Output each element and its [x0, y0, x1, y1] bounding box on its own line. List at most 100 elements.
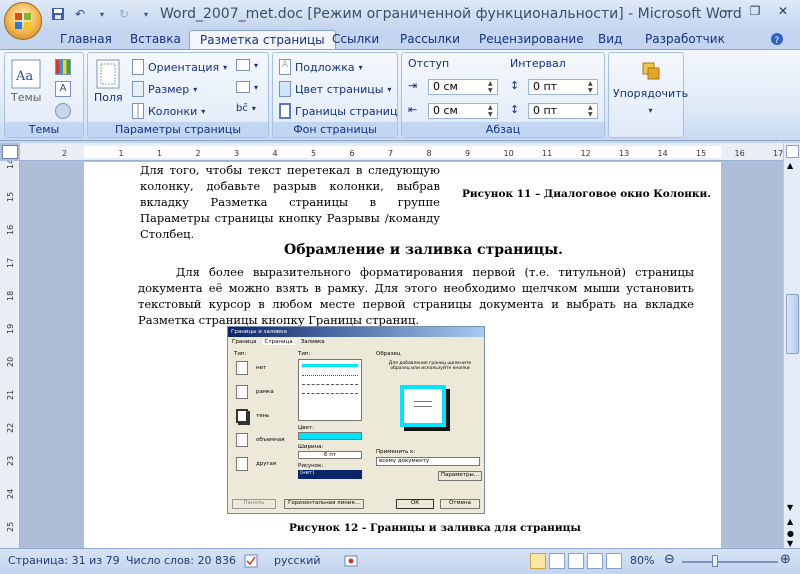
office-button[interactable] [4, 2, 42, 40]
borders-dialog-image: Границы и заливка Граница Страница Залив… [227, 326, 485, 514]
line-numbers-icon[interactable]: ▾ [236, 81, 258, 93]
ruler-tick-label: 2 [196, 149, 201, 158]
ribbon: Aa Темы A Темы Поля Ориентация ▾ Размер ▾ … [0, 49, 800, 141]
themes-button[interactable]: Aa Темы [11, 59, 41, 104]
theme-fonts-icon[interactable]: A [55, 81, 71, 97]
page-count[interactable]: Страница: 31 из 79 [8, 554, 120, 567]
zoom-in-icon[interactable]: ⊕ [780, 552, 791, 567]
page-background-group: A Подложка ▾ Цвет страницы ▾ Границы стран… [272, 52, 398, 138]
word-count[interactable]: Число слов: 20 836 [126, 554, 236, 567]
print-layout-icon[interactable] [530, 553, 546, 569]
type-custom: другая [256, 461, 277, 467]
tab-developer[interactable]: Разработчик [635, 30, 735, 50]
spacing-before-input[interactable]: 0 пт [528, 79, 598, 95]
vruler-tick-label: 16 [6, 225, 15, 235]
ruler-tick-label: 1 [157, 149, 162, 158]
vruler-ticks: 14 15 16 17 18 19 20 21 22 23 24 25 [6, 159, 15, 532]
dialog-sample-preview [400, 385, 446, 427]
dialog-art-label: Рисунок: [298, 463, 324, 469]
scrollbar-thumb[interactable] [786, 294, 799, 354]
type-shadow: тень [256, 413, 270, 419]
vruler-tick-label: 25 [6, 522, 15, 532]
zoom-level[interactable]: 80% [630, 554, 654, 567]
tab-home[interactable]: Главная [50, 30, 122, 50]
close-icon[interactable]: ✕ [770, 2, 796, 20]
paragraph-1: Для того, чтобы текст перетекал в следую… [140, 163, 440, 241]
page-color-label: Цвет страницы [295, 82, 384, 96]
web-layout-icon[interactable] [568, 553, 584, 569]
vertical-ruler[interactable]: 14 15 16 17 18 19 20 21 22 23 24 25 [0, 159, 20, 548]
macro-record-icon[interactable] [344, 554, 358, 571]
ruler-ticks: 2 1 1 2 3 4 5 6 7 8 9 10 11 12 13 14 15 16 17 [62, 146, 783, 158]
ruler-tick-label: 4 [273, 149, 278, 158]
dialog-art-field: (нет) [298, 470, 362, 479]
arrange-group: Упорядочить ▾ [608, 52, 688, 138]
arrange-label: Упорядочить [613, 87, 689, 100]
page-color-button[interactable]: Цвет страницы ▾ [279, 81, 391, 97]
undo-icon[interactable]: ↶ [72, 6, 88, 22]
draft-icon[interactable] [606, 553, 622, 569]
page-background-group-label: Фон страницы [273, 122, 397, 137]
next-page-icon[interactable]: ▼ [787, 539, 793, 548]
ruler-tick-label: 3 [234, 149, 239, 158]
svg-text:?: ? [775, 36, 780, 46]
indent-left-input[interactable]: 0 см [428, 79, 498, 95]
tab-selector-icon[interactable] [2, 145, 18, 159]
tab-references[interactable]: Ссылки [322, 30, 389, 50]
save-icon[interactable] [50, 6, 66, 22]
tab-insert[interactable]: Вставка [120, 30, 191, 50]
dialog-type-list: нет рамка тень объемная другая [236, 361, 284, 471]
tab-page-layout[interactable]: Разметка страницы [189, 30, 336, 50]
figure-12-caption: Рисунок 12 - Границы и заливка для стран… [289, 522, 581, 534]
paragraph-columns: Для того, чтобы текст перетекал в следую… [140, 162, 440, 242]
horizontal-ruler[interactable]: 2 1 1 2 3 4 5 6 7 8 9 10 11 12 13 14 15 16 17 [20, 143, 783, 161]
help-icon[interactable]: ? [766, 30, 788, 50]
ruler-toggle-icon[interactable] [786, 145, 799, 158]
scroll-up-icon[interactable]: ▲ [787, 161, 793, 170]
orientation-button[interactable]: Ориентация ▾ [132, 59, 227, 75]
theme-effects-icon[interactable] [55, 103, 71, 119]
zoom-out-icon[interactable]: ⊖ [664, 552, 675, 567]
outline-icon[interactable] [587, 553, 603, 569]
redo-icon[interactable]: ↻ [116, 6, 132, 22]
prev-page-icon[interactable]: ▲ [787, 517, 793, 526]
watermark-button[interactable]: A Подложка ▾ [279, 59, 363, 75]
proofing-icon[interactable] [244, 554, 258, 571]
zoom-slider-thumb[interactable] [712, 555, 718, 567]
dropdown-icon[interactable]: ▾ [94, 6, 110, 22]
arrange-icon [642, 62, 660, 80]
theme-colors-icon[interactable] [55, 59, 71, 75]
tab-mailings[interactable]: Рассылки [390, 30, 470, 50]
dialog-width-field: 6 пт [298, 451, 362, 459]
indent-right-input[interactable]: 0 см [428, 103, 498, 119]
minimize-icon[interactable]: ─ [714, 2, 740, 20]
hyphenation-icon[interactable]: bc̄ ▾ [236, 103, 256, 114]
vruler-tick-label: 15 [6, 192, 15, 202]
full-screen-reading-icon[interactable] [549, 553, 565, 569]
scroll-down-icon[interactable]: ▼ [787, 503, 793, 512]
page-borders-button[interactable]: Границы страниц [279, 103, 397, 119]
vruler-tick-label: 24 [6, 489, 15, 499]
size-button[interactable]: Размер ▾ [132, 81, 197, 97]
tab-review[interactable]: Рецензирование [469, 30, 594, 50]
restore-icon[interactable]: ❐ [742, 2, 768, 20]
orientation-label: Ориентация [148, 60, 220, 74]
zoom-slider[interactable] [682, 561, 778, 563]
customize-qat-icon[interactable]: ▾ [138, 6, 154, 22]
section-heading: Обрамление и заливка страницы. [284, 242, 563, 258]
ruler-tick-label: 8 [427, 149, 432, 158]
ruler-tick-label: 2 [62, 149, 67, 158]
spacing-before-icon: ↕ [510, 79, 520, 92]
spacing-after-input[interactable]: 0 пт [528, 103, 598, 119]
arrange-button[interactable]: Упорядочить ▾ [613, 61, 688, 115]
margins-button[interactable]: Поля [94, 59, 123, 104]
select-browse-icon[interactable]: ● [787, 529, 794, 538]
dialog-tab-border: Граница [232, 339, 257, 345]
breaks-icon[interactable]: ▾ [236, 59, 258, 71]
size-label: Размер [148, 82, 190, 96]
columns-button[interactable]: Колонки ▾ [132, 103, 205, 119]
vertical-scrollbar[interactable]: ▲ ▼ ▲ ● ▼ [783, 143, 800, 548]
tab-view[interactable]: Вид [588, 30, 632, 50]
language[interactable]: русский [274, 554, 321, 567]
vruler-tick-label: 17 [6, 258, 15, 268]
